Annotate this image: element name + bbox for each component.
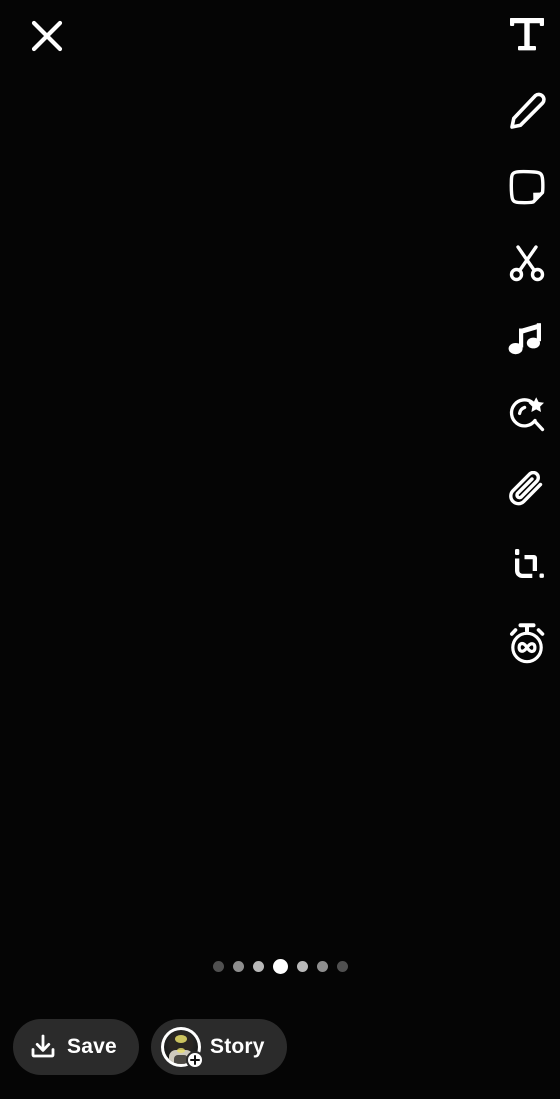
story-button-label: Story — [210, 1035, 265, 1058]
paperclip-icon — [509, 471, 543, 506]
tool-timer[interactable] — [497, 617, 557, 669]
tool-scissors[interactable] — [497, 237, 557, 289]
tool-draw[interactable] — [497, 85, 557, 137]
tool-attach-link[interactable] — [497, 465, 557, 517]
tool-music[interactable] — [497, 313, 557, 365]
scissors-icon — [509, 245, 545, 282]
page-dot[interactable] — [252, 960, 264, 972]
page-dot[interactable] — [296, 960, 308, 972]
text-t-icon — [510, 18, 544, 51]
story-button[interactable]: Story — [151, 1019, 287, 1075]
page-dot-active[interactable] — [272, 958, 288, 974]
page-dot[interactable] — [316, 960, 328, 972]
plus-icon — [190, 1055, 200, 1065]
snap-editor-screen: Save Story Send T — [0, 0, 560, 1099]
scan-star-icon — [509, 397, 545, 432]
tool-rail — [494, 0, 560, 700]
save-button-label: Save — [67, 1035, 117, 1058]
pencil-icon — [510, 92, 546, 129]
sticker-icon — [509, 169, 545, 205]
tool-sticker[interactable] — [497, 161, 557, 213]
page-dot[interactable] — [232, 960, 244, 972]
close-x-icon — [31, 20, 63, 52]
page-dot[interactable] — [212, 960, 224, 972]
page-dot[interactable] — [336, 960, 348, 972]
download-icon — [31, 1034, 55, 1058]
save-button[interactable]: Save — [13, 1019, 139, 1075]
music-note-icon — [508, 323, 541, 355]
tool-crop[interactable] — [497, 541, 557, 593]
crop-icon — [515, 549, 544, 578]
tool-scan[interactable] — [497, 389, 557, 441]
bottom-action-bar: Save Story Send T — [0, 999, 560, 1099]
avatar — [161, 1027, 204, 1069]
pagination-dots — [0, 958, 560, 974]
timer-infinity-icon — [510, 623, 545, 664]
plus-badge-icon — [186, 1051, 204, 1069]
tool-text[interactable] — [497, 9, 557, 61]
close-button[interactable] — [22, 11, 72, 61]
